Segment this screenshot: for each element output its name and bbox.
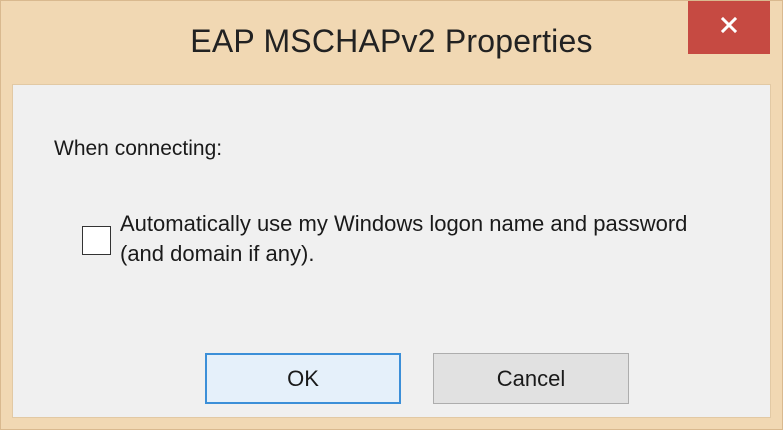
title-bar[interactable]: EAP MSCHAPv2 Properties <box>1 1 782 84</box>
cancel-button[interactable]: Cancel <box>433 353 629 404</box>
dialog-content: When connecting: Automatically use my Wi… <box>12 84 771 418</box>
auto-logon-checkbox[interactable] <box>82 226 111 255</box>
dialog-window: EAP MSCHAPv2 Properties When connecting:… <box>0 0 783 430</box>
when-connecting-label: When connecting: <box>54 137 223 160</box>
close-button[interactable] <box>688 1 770 54</box>
auto-logon-checkbox-label[interactable]: Automatically use my Windows logon name … <box>120 209 720 269</box>
dialog-title: EAP MSCHAPv2 Properties <box>190 23 593 59</box>
close-icon <box>720 16 738 39</box>
ok-button[interactable]: OK <box>205 353 401 404</box>
